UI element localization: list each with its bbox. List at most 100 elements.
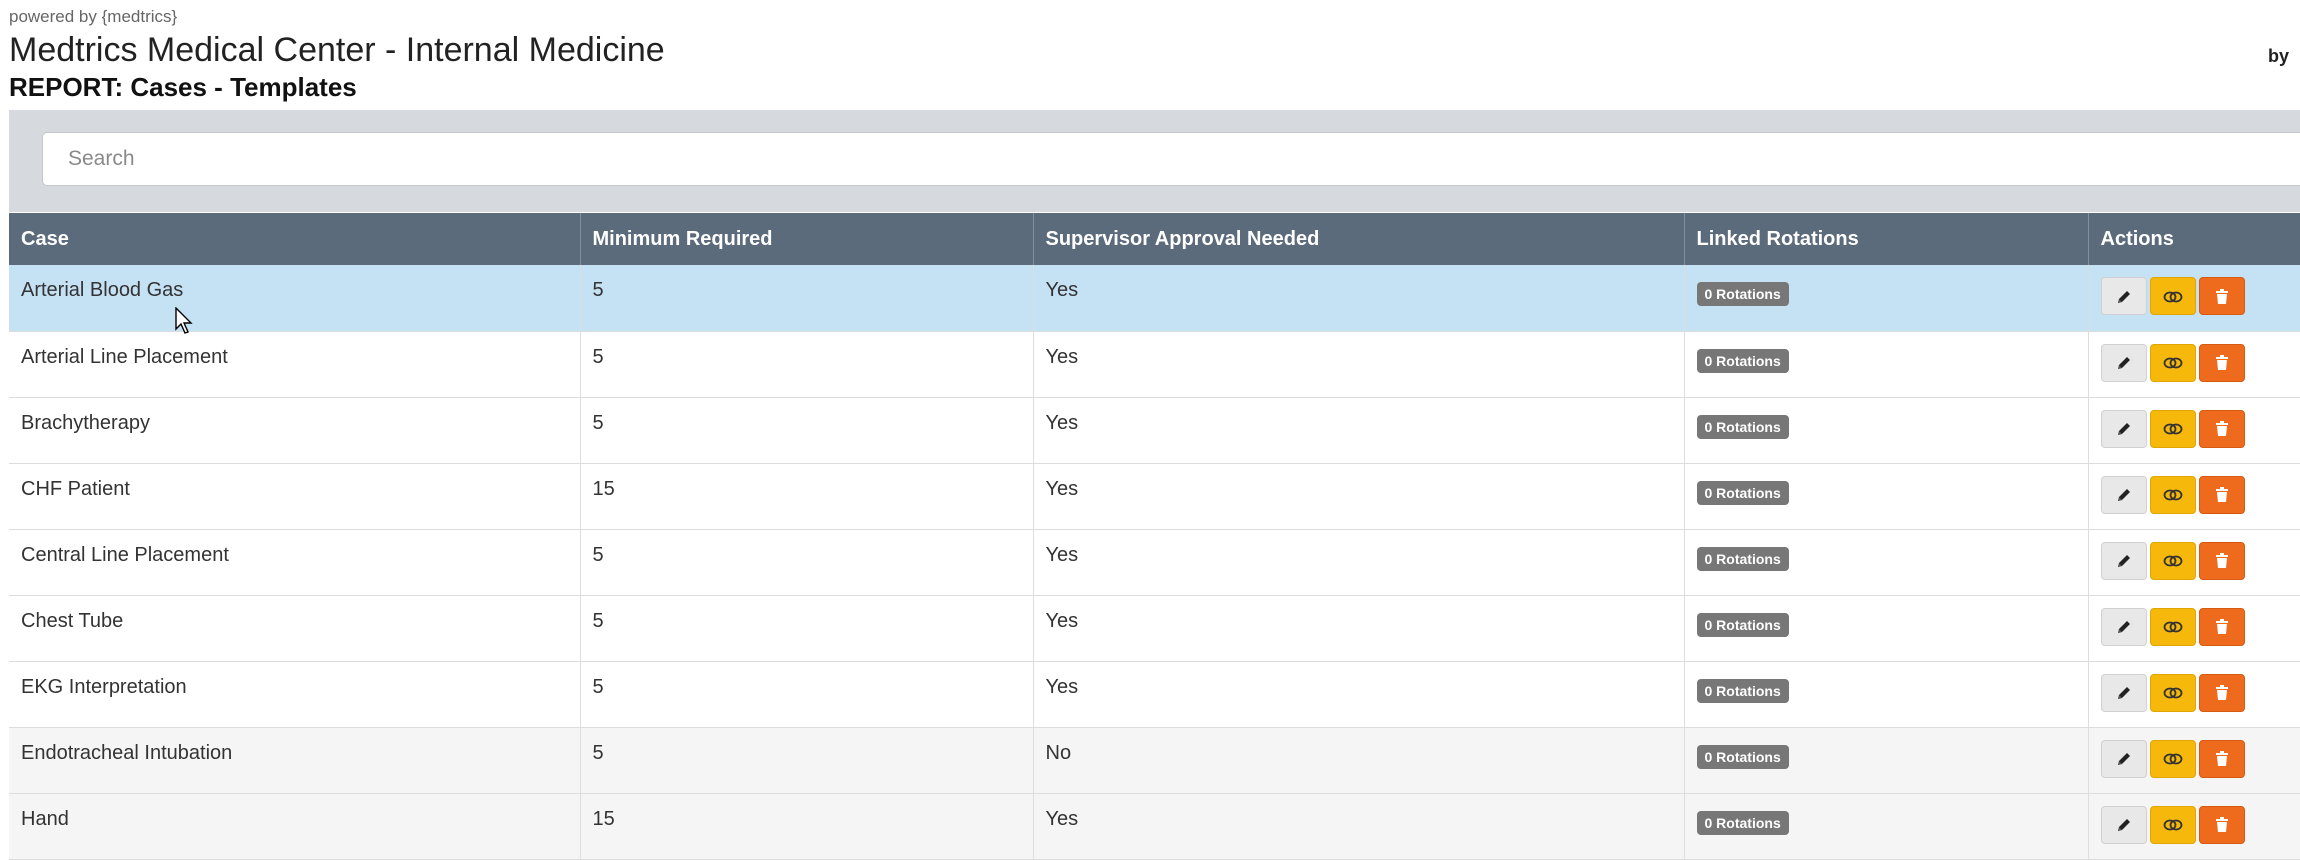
linked-rotations-cell: 0 Rotations xyxy=(1684,331,2089,398)
table-row[interactable]: Arterial Blood Gas 5 Yes 0 Rotations xyxy=(9,265,2300,332)
delete-button[interactable] xyxy=(2198,541,2245,580)
cases-table: Case Minimum Required Supervisor Approva… xyxy=(9,213,2300,860)
link-icon xyxy=(2163,817,2183,834)
table-header-row: Case Minimum Required Supervisor Approva… xyxy=(9,213,2300,265)
pencil-icon xyxy=(2116,685,2132,702)
table-row[interactable]: Endotracheal Intubation 5 No 0 Rotations xyxy=(9,727,2300,794)
edit-button[interactable] xyxy=(2100,409,2147,448)
page-title: Medtrics Medical Center - Internal Medic… xyxy=(9,31,665,69)
case-name-cell[interactable]: Arterial Line Placement xyxy=(9,331,581,398)
link-button[interactable] xyxy=(2149,409,2196,448)
rotations-badge[interactable]: 0 Rotations xyxy=(1696,546,1789,571)
actions-cell xyxy=(2088,793,2300,860)
table-row[interactable]: Brachytherapy 5 Yes 0 Rotations xyxy=(9,397,2300,464)
delete-button[interactable] xyxy=(2198,607,2245,646)
actions-cell xyxy=(2088,397,2300,464)
linked-rotations-cell: 0 Rotations xyxy=(1684,727,2089,794)
link-button[interactable] xyxy=(2149,805,2196,844)
linked-rotations-cell: 0 Rotations xyxy=(1684,661,2089,728)
table-row[interactable]: CHF Patient 15 Yes 0 Rotations xyxy=(9,463,2300,530)
delete-button[interactable] xyxy=(2198,475,2245,514)
trash-icon xyxy=(2215,685,2229,702)
table-row[interactable]: Arterial Line Placement 5 Yes 0 Rotations xyxy=(9,331,2300,398)
actions-cell xyxy=(2088,463,2300,530)
link-icon xyxy=(2163,288,2183,305)
delete-button[interactable] xyxy=(2198,739,2245,778)
table-row[interactable]: Central Line Placement 5 Yes 0 Rotations xyxy=(9,529,2300,596)
case-name-cell[interactable]: Central Line Placement xyxy=(9,529,581,596)
link-button[interactable] xyxy=(2149,739,2196,778)
pencil-icon xyxy=(2116,619,2132,636)
pencil-icon xyxy=(2116,355,2132,372)
rotations-badge[interactable]: 0 Rotations xyxy=(1696,744,1789,769)
rotations-badge[interactable]: 0 Rotations xyxy=(1696,282,1789,306)
minimum-required-cell: 5 xyxy=(580,727,1034,794)
linked-rotations-cell: 0 Rotations xyxy=(1684,793,2089,860)
linked-rotations-cell: 0 Rotations xyxy=(1684,463,2089,530)
supervisor-approval-cell: Yes xyxy=(1033,463,1685,530)
linked-rotations-cell: 0 Rotations xyxy=(1684,265,2089,332)
column-header-minimum-required[interactable]: Minimum Required xyxy=(580,213,1034,265)
table-row[interactable]: EKG Interpretation 5 Yes 0 Rotations xyxy=(9,661,2300,728)
edit-button[interactable] xyxy=(2100,277,2147,315)
rotations-badge[interactable]: 0 Rotations xyxy=(1696,348,1789,373)
search-input[interactable] xyxy=(42,132,2300,186)
case-name-cell[interactable]: Hand xyxy=(9,793,581,860)
rotations-badge[interactable]: 0 Rotations xyxy=(1696,678,1789,703)
link-button[interactable] xyxy=(2149,607,2196,646)
report-title: REPORT: Cases - Templates xyxy=(9,72,357,102)
trash-icon xyxy=(2215,553,2229,570)
column-header-supervisor-approval[interactable]: Supervisor Approval Needed xyxy=(1033,213,1685,265)
edit-button[interactable] xyxy=(2100,541,2147,580)
supervisor-approval-cell: Yes xyxy=(1033,595,1685,662)
edit-button[interactable] xyxy=(2100,475,2147,514)
link-icon xyxy=(2163,751,2183,768)
case-name-cell[interactable]: EKG Interpretation xyxy=(9,661,581,728)
case-name-cell[interactable]: CHF Patient xyxy=(9,463,581,530)
actions-cell xyxy=(2088,265,2300,332)
minimum-required-cell: 5 xyxy=(580,595,1034,662)
rotations-badge[interactable]: 0 Rotations xyxy=(1696,612,1789,637)
delete-button[interactable] xyxy=(2198,805,2245,844)
supervisor-approval-cell: Yes xyxy=(1033,331,1685,398)
user-menu-text[interactable]: by xyxy=(2268,46,2289,67)
edit-button[interactable] xyxy=(2100,739,2147,778)
case-name-cell[interactable]: Arterial Blood Gas xyxy=(9,265,581,332)
rotations-badge[interactable]: 0 Rotations xyxy=(1696,810,1789,835)
edit-button[interactable] xyxy=(2100,805,2147,844)
column-header-case[interactable]: Case xyxy=(9,213,581,265)
case-name-cell[interactable]: Brachytherapy xyxy=(9,397,581,464)
linked-rotations-cell: 0 Rotations xyxy=(1684,397,2089,464)
link-button[interactable] xyxy=(2149,673,2196,712)
link-button[interactable] xyxy=(2149,277,2196,315)
edit-button[interactable] xyxy=(2100,607,2147,646)
minimum-required-cell: 5 xyxy=(580,265,1034,332)
minimum-required-cell: 15 xyxy=(580,463,1034,530)
column-header-linked-rotations[interactable]: Linked Rotations xyxy=(1684,213,2089,265)
trash-icon xyxy=(2215,619,2229,636)
edit-button[interactable] xyxy=(2100,673,2147,712)
trash-icon xyxy=(2215,355,2229,372)
edit-button[interactable] xyxy=(2100,343,2147,382)
case-name-cell[interactable]: Chest Tube xyxy=(9,595,581,662)
actions-cell xyxy=(2088,727,2300,794)
table-row[interactable]: Hand 15 Yes 0 Rotations xyxy=(9,793,2300,860)
minimum-required-cell: 5 xyxy=(580,661,1034,728)
page-header: powered by {medtrics} Medtrics Medical C… xyxy=(9,6,2289,104)
link-button[interactable] xyxy=(2149,475,2196,514)
table-row[interactable]: Chest Tube 5 Yes 0 Rotations xyxy=(9,595,2300,662)
pencil-icon xyxy=(2116,487,2132,504)
linked-rotations-cell: 0 Rotations xyxy=(1684,529,2089,596)
link-button[interactable] xyxy=(2149,541,2196,580)
delete-button[interactable] xyxy=(2198,673,2245,712)
supervisor-approval-cell: Yes xyxy=(1033,397,1685,464)
delete-button[interactable] xyxy=(2198,277,2245,315)
link-icon xyxy=(2163,553,2183,570)
powered-by-text: powered by {medtrics} xyxy=(9,7,178,26)
delete-button[interactable] xyxy=(2198,409,2245,448)
rotations-badge[interactable]: 0 Rotations xyxy=(1696,414,1789,439)
link-button[interactable] xyxy=(2149,343,2196,382)
delete-button[interactable] xyxy=(2198,343,2245,382)
case-name-cell[interactable]: Endotracheal Intubation xyxy=(9,727,581,794)
rotations-badge[interactable]: 0 Rotations xyxy=(1696,480,1789,505)
